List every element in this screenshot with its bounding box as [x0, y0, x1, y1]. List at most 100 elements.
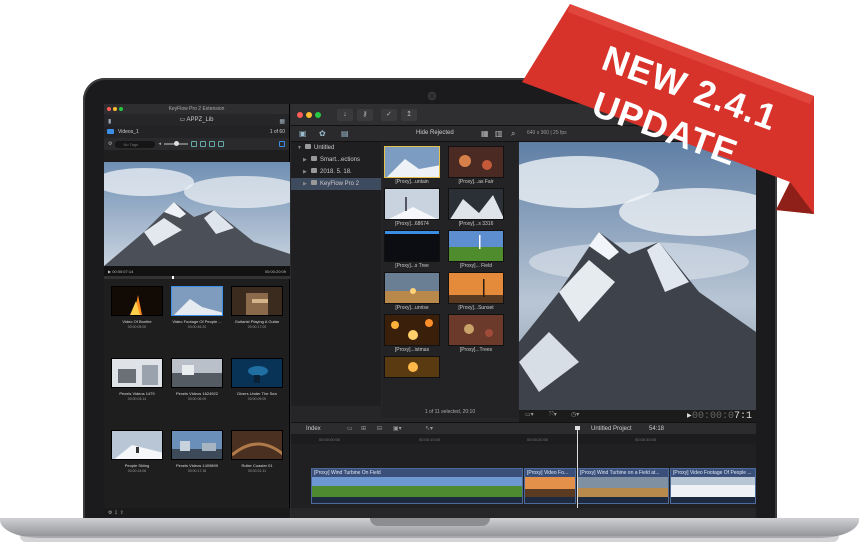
library-sidebar: ▼ Untitled ▶ Smart...ections ▶ 2018. 5. 18.…	[291, 142, 381, 406]
close-icon[interactable]	[107, 107, 111, 111]
filmstrip-icon[interactable]: ▦	[481, 129, 489, 138]
library-item[interactable]: ▼ Untitled	[291, 142, 381, 154]
preview-scrubber[interactable]	[104, 276, 290, 279]
tag-icon[interactable]	[209, 141, 215, 147]
media-item[interactable]: Pexels Videos 1409899 00:00:17:18	[170, 430, 224, 498]
select-tool-icon[interactable]: ↖▾	[425, 425, 433, 432]
media-item-name: Video Of Bonfire	[122, 319, 152, 324]
clip-name: [Proxy]...s Tree	[395, 263, 429, 269]
media-item-duration: 00:00:17:00	[247, 325, 267, 329]
stage: KeyFlow Pro 2 Extension ▮ ▭ APPZ_Lib ▦ V…	[0, 0, 859, 545]
close-icon[interactable]	[297, 112, 303, 118]
library-item[interactable]: ▶ KeyFlow Pro 2	[291, 178, 381, 190]
clip-item[interactable]: [Proxy]...as Fair	[448, 146, 504, 186]
clip-filmstrip	[578, 477, 668, 497]
view-options-icon[interactable]: ▭▾	[525, 411, 534, 418]
zoom-icon[interactable]	[119, 107, 123, 111]
extension-footer: ⚙ ⇩ ⇪	[104, 508, 290, 518]
search-icon[interactable]: ⌕	[511, 129, 515, 139]
media-item[interactable]: Divers Under The Sea 00:00:09:00	[230, 358, 284, 426]
clip-appearance-icon[interactable]: ▥	[495, 129, 503, 138]
photos-icon[interactable]: ✿	[319, 129, 326, 138]
play-icon[interactable]: ▶ 00:00:07:14	[108, 269, 133, 274]
library-item[interactable]: ▶ Smart...ections	[291, 154, 381, 166]
timeline-clip[interactable]: [Proxy] Wind Turbine On Field	[311, 468, 523, 504]
info-icon[interactable]	[218, 141, 224, 147]
tag-search-input[interactable]: No Tags	[115, 140, 156, 148]
share-icon[interactable]: ↥	[401, 109, 417, 121]
titles-icon[interactable]: ▤	[341, 129, 349, 138]
settings-icon[interactable]: ⚙	[108, 141, 112, 147]
thumbnail	[231, 358, 283, 388]
import-icon[interactable]: ↓	[337, 109, 353, 121]
window-controls[interactable]	[297, 112, 321, 118]
window-controls[interactable]	[107, 107, 123, 111]
editor-window: ↓ ⚷ ✓ ↥ ▣ ✿ ▤ Hide Rejected ▦ ▥ ⌕ 640 x …	[291, 104, 756, 518]
clip-item[interactable]: [Proxy]... Field	[448, 230, 504, 270]
speaker-icon[interactable]: ◂	[158, 141, 161, 147]
media-item[interactable]: Roller Coaster 01 00:00:21:11	[230, 430, 284, 498]
timeline-clip[interactable]: [Proxy] Wind Turbine on a Field at...	[577, 468, 669, 504]
laptop-foot	[20, 536, 839, 542]
transform-icon[interactable]: ⤧▾	[549, 411, 557, 419]
minimize-icon[interactable]	[306, 112, 312, 118]
clip-item[interactable]: [Proxy]...Trees	[448, 314, 504, 354]
media-item[interactable]: Video Of Bonfire 00:00:05:00	[110, 286, 164, 354]
connect-icon[interactable]: ▭	[347, 425, 353, 432]
clip-item[interactable]	[384, 356, 440, 396]
media-item-duration: 00:00:03:14	[127, 397, 147, 401]
filter-icon[interactable]	[200, 141, 206, 147]
media-item[interactable]: Pexels Videos 1479 00:00:03:14	[110, 358, 164, 426]
import-icon[interactable]: ⇩	[114, 510, 118, 516]
zoom-slider[interactable]	[164, 141, 188, 146]
library-selector[interactable]: ▮ ▭ APPZ_Lib ▦	[104, 114, 289, 126]
clip-item[interactable]: [Proxy]...istmas	[384, 314, 440, 354]
overwrite-icon[interactable]: ▣▾	[393, 425, 402, 432]
zoom-icon[interactable]	[315, 112, 321, 118]
view-grid-icon[interactable]	[279, 141, 285, 147]
browser-toolbar: ▣ ✿ ▤ Hide Rejected ▦ ▥ ⌕ 640 x 360 | 25…	[291, 126, 756, 142]
extension-preview[interactable]	[104, 162, 290, 266]
viewer[interactable]	[519, 142, 756, 410]
clip-item[interactable]: [Proxy]...unrise	[384, 272, 440, 312]
clip-name: [Proxy]...s 3316	[458, 221, 494, 227]
clip-grid: [Proxy]...untain [Proxy]...as Fair [Prox…	[384, 146, 504, 396]
library-item[interactable]: ▶ 2018. 5. 18.	[291, 166, 381, 178]
clip-filmstrip	[525, 477, 575, 497]
clip-item[interactable]: [Proxy]...Sunset	[448, 272, 504, 312]
append-icon[interactable]: ⊟	[377, 425, 382, 432]
clip-item[interactable]: [Proxy]...s Tree	[384, 230, 440, 270]
timeline-clip[interactable]: [Proxy] Video Fo...	[524, 468, 576, 504]
media-item-name: Pexels Videos 1409899	[176, 463, 218, 468]
settings-icon[interactable]: ⚙	[108, 510, 112, 516]
timeline-clip-label: [Proxy] Wind Turbine On Field	[312, 469, 522, 477]
clip-name: [Proxy]...unrise	[395, 305, 429, 311]
filter-dropdown[interactable]: Hide Rejected	[416, 130, 454, 136]
insert-icon[interactable]: ⊞	[361, 425, 366, 432]
timecode-bright: 7:1	[733, 411, 752, 422]
index-button[interactable]: Index	[306, 426, 321, 432]
play-icon[interactable]: ▶	[687, 412, 692, 419]
playhead[interactable]	[575, 426, 580, 508]
speed-icon[interactable]: ◷▾	[571, 411, 579, 418]
clip-item[interactable]: [Proxy]...68674	[384, 188, 440, 228]
media-item[interactable]: Guitarist Playing A Guitar 00:00:17:00	[230, 286, 284, 354]
media-item[interactable]: Video Footage Of People ... 00:00:46:20	[170, 286, 224, 354]
minimize-icon[interactable]	[113, 107, 117, 111]
key-icon[interactable]: ⚷	[357, 109, 373, 121]
export-icon[interactable]: ⇪	[119, 510, 123, 516]
library-item-label: Untitled	[314, 145, 335, 151]
clip-item[interactable]: [Proxy]...s 3316	[448, 188, 504, 228]
media-item[interactable]: People Skiing 00:00:14:06	[110, 430, 164, 498]
clip-item[interactable]: [Proxy]...untain	[384, 146, 440, 186]
check-icon[interactable]: ✓	[381, 109, 397, 121]
media-item[interactable]: Pexels Videos 1624922 00:00:06:09	[170, 358, 224, 426]
folder-row[interactable]: Videos_1 1 of 60	[104, 126, 289, 138]
timeline-clip[interactable]: [Proxy] Video Footage Of People ...	[670, 468, 756, 504]
timecode-display: 00:00:07:1	[692, 411, 752, 422]
media-item-name: Guitarist Playing A Guitar	[234, 319, 280, 324]
libraries-icon[interactable]: ▣	[299, 129, 307, 138]
thumbnail	[171, 430, 223, 460]
list-icon[interactable]	[191, 141, 197, 147]
timeline-ruler[interactable]: 00:00:00:00 00:00:10:00 00:00:20:00 00:0…	[291, 434, 756, 444]
